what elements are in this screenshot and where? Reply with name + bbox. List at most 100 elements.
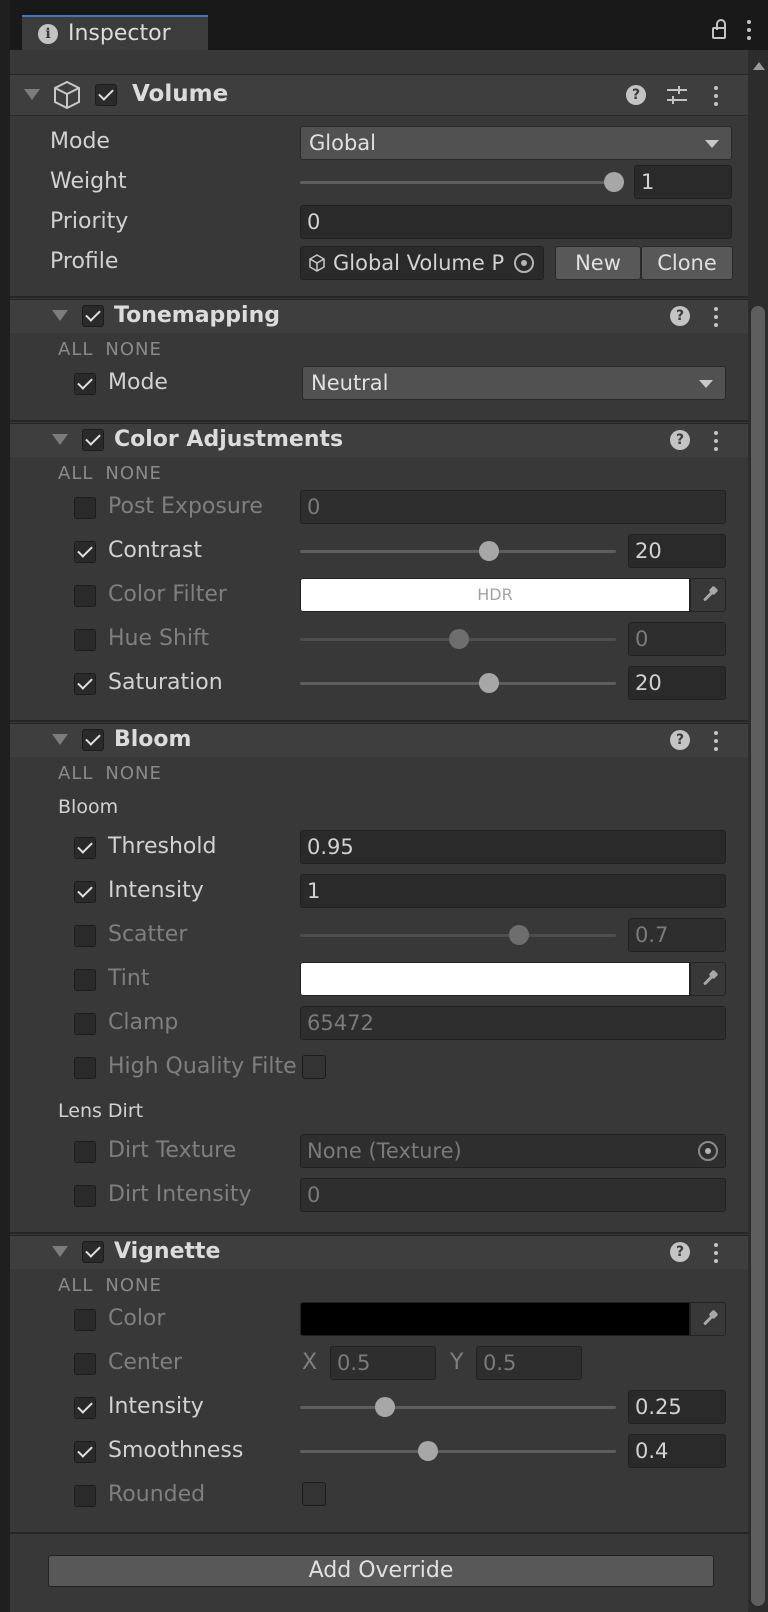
smoothness-slider-knob[interactable] bbox=[418, 1441, 438, 1461]
smoothness-field[interactable]: 0.4 bbox=[628, 1434, 726, 1468]
saturation-field[interactable]: 20 bbox=[628, 666, 726, 700]
dirt-texture-field[interactable]: None (Texture) bbox=[300, 1134, 726, 1168]
window-menu-icon[interactable] bbox=[744, 20, 754, 40]
weight-slider-track[interactable] bbox=[300, 181, 614, 184]
vignette-intensity-slider-knob[interactable] bbox=[375, 1397, 395, 1417]
volume-profile-label: Profile bbox=[50, 249, 119, 274]
tonemapping-mode-dropdown[interactable]: Neutral bbox=[302, 366, 726, 400]
tonemapping-help-icon[interactable]: ? bbox=[670, 306, 690, 326]
post-exposure-field[interactable]: 0 bbox=[300, 490, 726, 524]
vignette-foldout-arrow-icon[interactable] bbox=[52, 1246, 68, 1257]
tonemapping-mode-override-checkbox[interactable] bbox=[74, 373, 96, 395]
bloom-foldout-arrow-icon[interactable] bbox=[52, 734, 68, 745]
bloom-menu-icon[interactable] bbox=[711, 731, 721, 751]
vignette-help-icon[interactable]: ? bbox=[670, 1242, 690, 1262]
vignette-intensity-label: Intensity bbox=[108, 1394, 204, 1419]
color-adjustments-enabled-checkbox[interactable] bbox=[82, 429, 104, 451]
none-toggle[interactable]: NONE bbox=[105, 339, 161, 360]
bloom-intensity-field[interactable]: 1 bbox=[300, 874, 726, 908]
volume-foldout-arrow-icon[interactable] bbox=[24, 89, 40, 100]
tonemapping-foldout-arrow-icon[interactable] bbox=[52, 310, 68, 321]
eyedropper-icon[interactable] bbox=[690, 1302, 726, 1336]
volume-presets-icon[interactable] bbox=[665, 84, 689, 106]
add-override-button[interactable]: Add Override bbox=[48, 1555, 714, 1587]
dirt-intensity-override-checkbox[interactable] bbox=[74, 1185, 96, 1207]
tint-override-checkbox[interactable] bbox=[74, 969, 96, 991]
saturation-override-checkbox[interactable] bbox=[74, 673, 96, 695]
color-adjustments-menu-icon[interactable] bbox=[711, 431, 721, 451]
all-toggle[interactable]: ALL bbox=[58, 1275, 93, 1296]
high-quality-filtering-checkbox[interactable] bbox=[302, 1055, 326, 1079]
tab-inspector[interactable]: i Inspector bbox=[22, 15, 208, 50]
tonemapping-enabled-checkbox[interactable] bbox=[82, 305, 104, 327]
center-override-checkbox[interactable] bbox=[74, 1353, 96, 1375]
vignette-color-override-checkbox[interactable] bbox=[74, 1309, 96, 1331]
dirt-intensity-field[interactable]: 0 bbox=[300, 1178, 726, 1212]
clamp-override-checkbox[interactable] bbox=[74, 1013, 96, 1035]
volume-enabled-checkbox[interactable] bbox=[95, 84, 117, 106]
scrollbar-thumb[interactable] bbox=[751, 306, 765, 1606]
priority-field[interactable]: 0 bbox=[300, 205, 732, 239]
object-picker-icon[interactable] bbox=[698, 1141, 718, 1161]
scatter-field[interactable]: 0.7 bbox=[628, 918, 726, 952]
volume-menu-icon[interactable] bbox=[711, 86, 721, 106]
threshold-field[interactable]: 0.95 bbox=[300, 830, 726, 864]
center-x-field[interactable]: 0.5 bbox=[330, 1346, 436, 1380]
color-adjustments-help-icon[interactable]: ? bbox=[670, 430, 690, 450]
hue-shift-slider-knob[interactable] bbox=[449, 629, 469, 649]
bloom-help-icon[interactable]: ? bbox=[670, 730, 690, 750]
vignette-color-swatch[interactable] bbox=[300, 1302, 690, 1336]
threshold-override-checkbox[interactable] bbox=[74, 837, 96, 859]
saturation-slider-knob[interactable] bbox=[479, 673, 499, 693]
scatter-override-checkbox[interactable] bbox=[74, 925, 96, 947]
color-filter-override-checkbox[interactable] bbox=[74, 585, 96, 607]
eyedropper-icon[interactable] bbox=[690, 578, 726, 612]
color-filter-swatch[interactable]: HDR bbox=[300, 578, 690, 612]
scroll-up-arrow-icon[interactable] bbox=[753, 62, 765, 70]
weight-field[interactable]: 1 bbox=[634, 165, 732, 199]
rounded-checkbox[interactable] bbox=[302, 1482, 326, 1506]
contrast-override-checkbox[interactable] bbox=[74, 541, 96, 563]
profile-clone-button[interactable]: Clone bbox=[641, 246, 733, 280]
weight-slider-knob[interactable] bbox=[604, 172, 624, 192]
hue-shift-field[interactable]: 0 bbox=[628, 622, 726, 656]
saturation-slider-track[interactable] bbox=[300, 682, 616, 685]
smoothness-override-checkbox[interactable] bbox=[74, 1441, 96, 1463]
hue-shift-override-checkbox[interactable] bbox=[74, 629, 96, 651]
bloom-enabled-checkbox[interactable] bbox=[82, 729, 104, 751]
bloom-intensity-override-checkbox[interactable] bbox=[74, 881, 96, 903]
dirt-texture-override-checkbox[interactable] bbox=[74, 1141, 96, 1163]
object-picker-icon[interactable] bbox=[514, 253, 534, 273]
volume-help-icon[interactable]: ? bbox=[626, 85, 646, 105]
contrast-slider-knob[interactable] bbox=[479, 541, 499, 561]
contrast-field[interactable]: 20 bbox=[628, 534, 726, 568]
tonemapping-menu-icon[interactable] bbox=[711, 307, 721, 327]
volume-mode-dropdown[interactable]: Global bbox=[300, 126, 732, 160]
smoothness-slider-track[interactable] bbox=[300, 1450, 616, 1453]
none-toggle[interactable]: NONE bbox=[105, 1275, 161, 1296]
all-toggle[interactable]: ALL bbox=[58, 339, 93, 360]
high-quality-override-checkbox[interactable] bbox=[74, 1057, 96, 1079]
tint-swatch[interactable] bbox=[300, 962, 690, 996]
post-exposure-override-checkbox[interactable] bbox=[74, 497, 96, 519]
vignette-intensity-override-checkbox[interactable] bbox=[74, 1397, 96, 1419]
all-toggle[interactable]: ALL bbox=[58, 763, 93, 784]
lock-icon[interactable] bbox=[712, 19, 726, 39]
vertical-scrollbar[interactable] bbox=[748, 50, 768, 1612]
profile-new-button[interactable]: New bbox=[555, 246, 641, 280]
all-toggle[interactable]: ALL bbox=[58, 463, 93, 484]
rounded-override-checkbox[interactable] bbox=[74, 1485, 96, 1507]
vignette-menu-icon[interactable] bbox=[711, 1243, 721, 1263]
eyedropper-icon[interactable] bbox=[690, 962, 726, 996]
vignette-enabled-checkbox[interactable] bbox=[82, 1241, 104, 1263]
vignette-intensity-field[interactable]: 0.25 bbox=[628, 1390, 726, 1424]
none-toggle[interactable]: NONE bbox=[105, 763, 161, 784]
center-y-field[interactable]: 0.5 bbox=[476, 1346, 582, 1380]
color-adjustments-foldout-arrow-icon[interactable] bbox=[52, 434, 68, 445]
scatter-slider-track[interactable] bbox=[300, 934, 616, 937]
none-toggle[interactable]: NONE bbox=[105, 463, 161, 484]
vignette-intensity-slider-track[interactable] bbox=[300, 1406, 616, 1409]
clamp-field[interactable]: 65472 bbox=[300, 1006, 726, 1040]
scatter-slider-knob[interactable] bbox=[509, 925, 529, 945]
contrast-slider-track[interactable] bbox=[300, 550, 616, 553]
